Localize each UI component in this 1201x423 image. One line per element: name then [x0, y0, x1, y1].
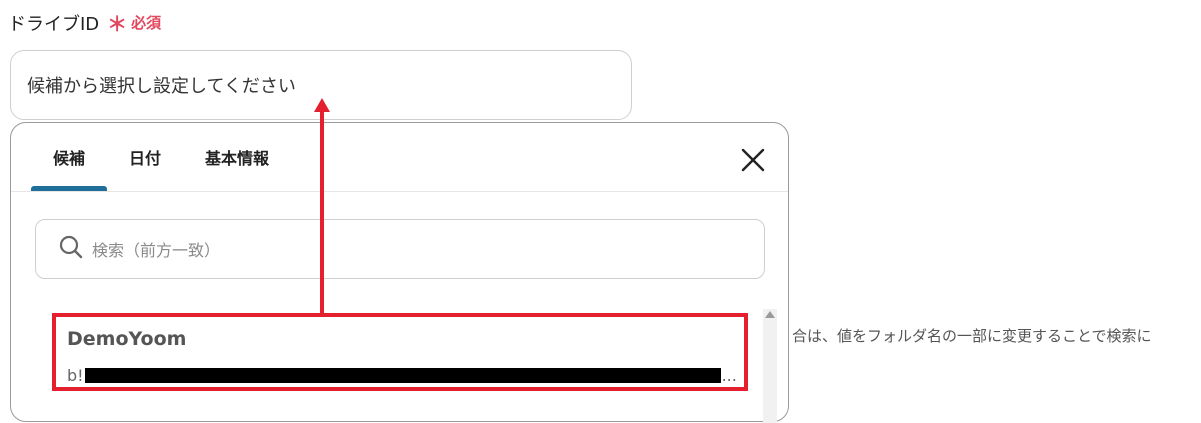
- field-label: ドライブID ＊ 必須: [8, 8, 161, 37]
- required-badge: 必須: [131, 14, 162, 32]
- tab-candidates[interactable]: 候補: [31, 123, 108, 191]
- side-note: 合は、値をフォルダ名の一部に変更することで検索に: [792, 327, 1152, 345]
- search-icon: [58, 234, 84, 264]
- tab-label: 基本情報: [205, 149, 270, 168]
- required-asterisk: ＊: [107, 12, 128, 36]
- result-list: DemoYoom b! ...: [51, 311, 751, 421]
- select-value: 候補から選択し設定してください: [27, 76, 296, 97]
- result-id-prefix: b!: [67, 366, 84, 385]
- redaction-bar: [84, 368, 721, 383]
- tab-label: 候補: [53, 149, 86, 168]
- result-title: DemoYoom: [67, 328, 187, 350]
- tab-basic-info[interactable]: 基本情報: [183, 123, 291, 191]
- list-item[interactable]: DemoYoom b! ...: [57, 316, 745, 394]
- drive-id-select[interactable]: 候補から選択し設定してください: [10, 50, 632, 120]
- tab-divider: [11, 191, 788, 192]
- scrollbar[interactable]: [763, 309, 777, 423]
- search-input[interactable]: 検索（前方一致）: [35, 219, 765, 279]
- tab-label: 日付: [129, 149, 162, 168]
- suggestion-dropdown: 候補 日付 基本情報 検索（前方一致） DemoYoom b! ...: [10, 122, 789, 423]
- result-id: b! ...: [67, 366, 737, 385]
- field-label-text: ドライブID: [8, 13, 100, 35]
- result-id-suffix: ...: [721, 366, 737, 385]
- tab-date[interactable]: 日付: [107, 123, 183, 191]
- scroll-up-arrow-icon[interactable]: [765, 311, 775, 318]
- close-icon[interactable]: [740, 147, 766, 173]
- search-placeholder: 検索（前方一致）: [92, 241, 221, 260]
- tab-bar: 候補 日付 基本情報: [31, 123, 291, 191]
